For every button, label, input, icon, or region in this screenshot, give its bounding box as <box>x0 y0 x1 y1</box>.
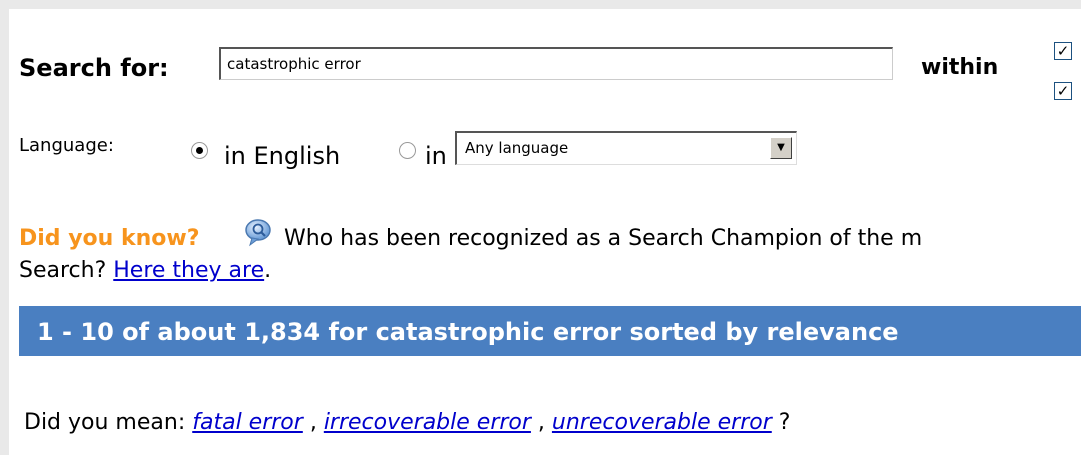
suggestion-link-3[interactable]: unrecoverable error <box>552 410 772 435</box>
suggestion-separator-2: , <box>537 410 545 435</box>
results-summary-text: 1 - 10 of about 1,834 for catastrophic e… <box>37 318 899 346</box>
radio-other-label: in <box>425 142 447 170</box>
within-checkbox-1[interactable]: ✓ <box>1054 42 1072 60</box>
language-select[interactable]: Any language ▼ <box>455 131 797 165</box>
did-you-know-title: Did you know? <box>19 226 200 251</box>
chevron-down-icon[interactable]: ▼ <box>770 137 792 159</box>
suggestion-separator-1: , <box>309 410 317 435</box>
radio-other-language[interactable] <box>399 142 416 159</box>
here-they-are-link[interactable]: Here they are <box>113 258 264 283</box>
suggestion-link-1[interactable]: fatal error <box>192 410 303 435</box>
search-input[interactable] <box>219 47 893 80</box>
search-label: Search for: <box>19 54 169 82</box>
did-you-mean-prefix: Did you mean: <box>24 410 186 435</box>
check-icon: ✓ <box>1056 82 1070 100</box>
check-icon: ✓ <box>1056 42 1070 60</box>
within-checkbox-2[interactable]: ✓ <box>1054 82 1072 100</box>
did-you-know-prefix: Search? <box>19 258 107 283</box>
did-you-mean-suffix: ? <box>778 410 791 435</box>
suggestion-link-2[interactable]: irrecoverable error <box>324 410 531 435</box>
did-you-mean: Did you mean: fatal error , irrecoverabl… <box>24 410 790 435</box>
within-label: within <box>921 55 999 80</box>
language-select-value: Any language <box>465 139 569 157</box>
radio-english[interactable] <box>191 142 208 159</box>
results-summary-bar: 1 - 10 of about 1,834 for catastrophic e… <box>19 306 1081 356</box>
did-you-know-line2: Search? Here they are. <box>19 258 271 283</box>
did-you-know-text: Who has been recognized as a Search Cham… <box>284 226 923 251</box>
radio-english-label: in English <box>224 142 341 170</box>
language-label: Language: <box>19 135 114 156</box>
speech-bubble-magnifier-icon <box>245 219 271 247</box>
did-you-know-suffix: . <box>264 258 272 283</box>
